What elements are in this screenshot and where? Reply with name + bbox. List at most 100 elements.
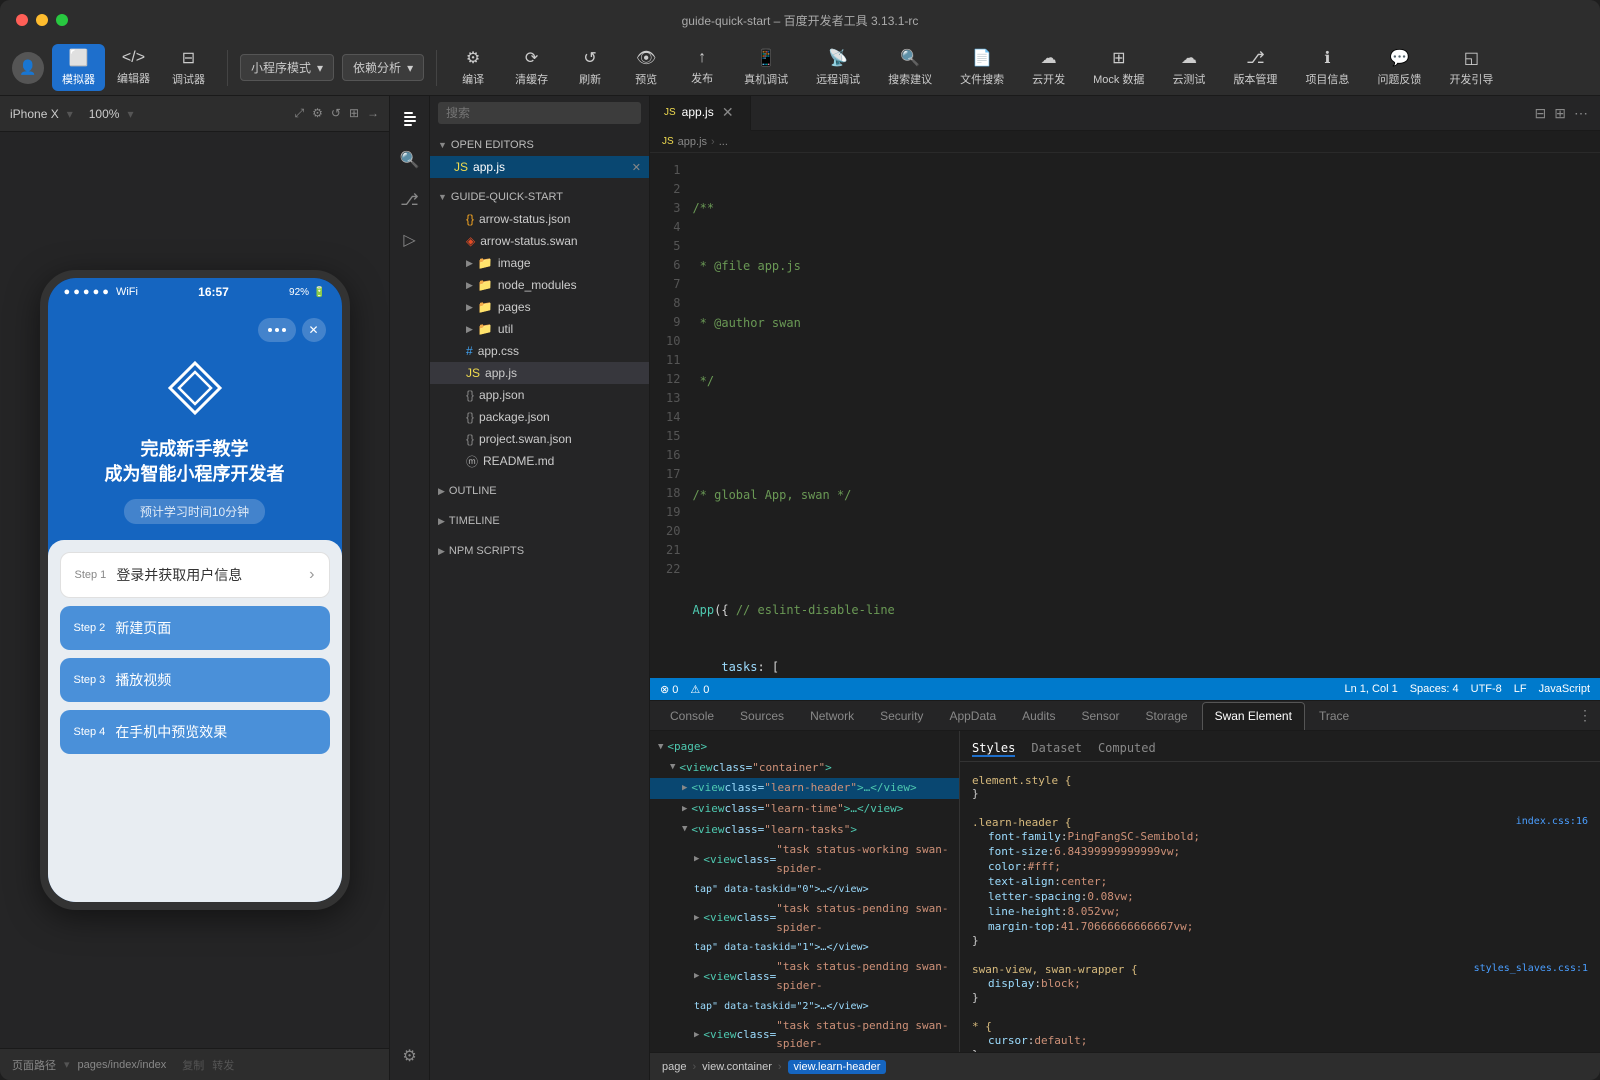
folder-pages[interactable]: ▶ 📁 pages bbox=[430, 296, 649, 318]
dom-line-task-0[interactable]: ▶ <view class="task status-working swan-… bbox=[650, 840, 959, 879]
swan-view-source[interactable]: styles_slaves.css:1 bbox=[1474, 963, 1588, 974]
tab-audits[interactable]: Audits bbox=[1010, 702, 1067, 730]
maximize-button[interactable] bbox=[56, 14, 68, 26]
editor-layout-icon[interactable]: ⊞ bbox=[1554, 105, 1566, 122]
deps-selector[interactable]: 依赖分析 ▾ bbox=[342, 54, 424, 81]
close-button[interactable] bbox=[16, 14, 28, 26]
version-mgmt-button[interactable]: ⎇ 版本管理 bbox=[1223, 44, 1287, 91]
activity-files-icon[interactable] bbox=[394, 104, 426, 136]
preview-button[interactable]: 👁 预览 bbox=[622, 44, 670, 91]
dom-line-task-1-cont[interactable]: tap" data-taskid="1">…</view> bbox=[650, 938, 959, 957]
copy-url-icon[interactable]: ⊞ bbox=[349, 106, 359, 121]
file-readme-md[interactable]: ⓜ README.md bbox=[430, 450, 649, 472]
path-page[interactable]: page bbox=[662, 1061, 686, 1073]
explorer-search-input[interactable] bbox=[438, 102, 641, 124]
project-info-button[interactable]: ℹ 项目信息 bbox=[1295, 44, 1359, 91]
remote-debug-button[interactable]: 📡 远程调试 bbox=[806, 44, 870, 91]
language-info[interactable]: JavaScript bbox=[1539, 683, 1590, 695]
styles-tab-computed[interactable]: Computed bbox=[1098, 741, 1156, 757]
phone-menu-button[interactable] bbox=[258, 318, 296, 342]
tab-swan-element[interactable]: Swan Element bbox=[1202, 702, 1305, 730]
tab-sensor[interactable]: Sensor bbox=[1070, 702, 1132, 730]
step-1-item[interactable]: Step 1 登录并获取用户信息 › bbox=[60, 552, 330, 598]
cloud-test-button[interactable]: ☁ 云测试 bbox=[1162, 44, 1215, 91]
debugger-toggle[interactable]: ⊟ 调试器 bbox=[162, 44, 215, 91]
file-project-swan-json[interactable]: {} project.swan.json bbox=[430, 428, 649, 450]
dom-line-learn-tasks[interactable]: ▼ <view class="learn-tasks"> bbox=[650, 820, 959, 841]
dom-line-task-3[interactable]: ▶ <view class="task status-pending swan-… bbox=[650, 1016, 959, 1052]
compile-action[interactable]: 复制 bbox=[182, 1057, 204, 1073]
step-3-item[interactable]: Step 3 播放视频 bbox=[60, 658, 330, 702]
file-app-js[interactable]: JS app.js bbox=[430, 362, 649, 384]
folder-util[interactable]: ▶ 📁 util bbox=[430, 318, 649, 340]
activity-search-icon[interactable]: 🔍 bbox=[394, 144, 426, 176]
path-current[interactable]: view.learn-header bbox=[788, 1060, 887, 1074]
styles-tab-styles[interactable]: Styles bbox=[972, 741, 1015, 757]
folder-image[interactable]: ▶ 📁 image bbox=[430, 252, 649, 274]
npm-header[interactable]: ▶ NPM SCRIPTS bbox=[430, 540, 649, 562]
minimize-button[interactable] bbox=[36, 14, 48, 26]
tab-trace[interactable]: Trace bbox=[1307, 702, 1361, 730]
tab-sources[interactable]: Sources bbox=[728, 702, 796, 730]
editor-toggle[interactable]: </> 编辑器 bbox=[107, 45, 160, 90]
more-actions-icon[interactable]: ⋯ bbox=[1574, 105, 1588, 122]
file-arrow-swan[interactable]: ◈ arrow-status.swan bbox=[430, 230, 649, 252]
tab-close-icon[interactable]: ✕ bbox=[720, 104, 736, 120]
tab-storage[interactable]: Storage bbox=[1134, 702, 1200, 730]
tab-app-js[interactable]: JS app.js ✕ bbox=[650, 96, 751, 131]
dom-line-container[interactable]: ▼ <view class="container"> bbox=[650, 758, 959, 779]
dev-guide-button[interactable]: ◱ 开发引导 bbox=[1439, 44, 1503, 91]
search-suggest-button[interactable]: 🔍 搜索建议 bbox=[878, 44, 942, 91]
tab-security[interactable]: Security bbox=[868, 702, 935, 730]
file-search-button[interactable]: 📄 文件搜索 bbox=[950, 44, 1014, 91]
user-avatar[interactable]: 👤 bbox=[12, 52, 44, 84]
problem-feedback-button[interactable]: 💬 问题反馈 bbox=[1367, 44, 1431, 91]
open-file-appjs[interactable]: JS app.js ✕ bbox=[430, 156, 649, 178]
dom-line-task-2-cont[interactable]: tap" data-taskid="2">…</view> bbox=[650, 997, 959, 1016]
device-select[interactable]: iPhone X bbox=[10, 107, 59, 121]
simulator-toggle[interactable]: ⬜ 模拟器 bbox=[52, 44, 105, 91]
close-file-icon[interactable]: ✕ bbox=[632, 161, 641, 174]
settings-icon[interactable]: ⚙ bbox=[312, 106, 323, 121]
dom-line-task-1[interactable]: ▶ <view class="task status-pending swan-… bbox=[650, 899, 959, 938]
share-action[interactable]: 转发 bbox=[212, 1057, 234, 1073]
real-debug-button[interactable]: 📱 真机调试 bbox=[734, 44, 798, 91]
folder-node-modules[interactable]: ▶ 📁 node_modules bbox=[430, 274, 649, 296]
file-app-json[interactable]: {} app.json bbox=[430, 384, 649, 406]
step-2-item[interactable]: Step 2 新建页面 bbox=[60, 606, 330, 650]
activity-git-icon[interactable]: ⎇ bbox=[394, 184, 426, 216]
tab-console[interactable]: Console bbox=[658, 702, 726, 730]
learn-header-source[interactable]: index.css:16 bbox=[1516, 816, 1588, 827]
refresh-sim-icon[interactable]: ↺ bbox=[331, 106, 341, 121]
file-app-css[interactable]: # app.css bbox=[430, 340, 649, 362]
rotate-icon[interactable]: ⤢ bbox=[295, 106, 305, 121]
refresh-button[interactable]: ↺ 刷新 bbox=[566, 44, 614, 91]
cloud-dev-button[interactable]: ☁ 云开发 bbox=[1022, 44, 1075, 91]
tab-appdata[interactable]: AppData bbox=[937, 702, 1008, 730]
dom-line-learn-header[interactable]: ▶ <view class="learn-header">…</view> bbox=[650, 778, 959, 799]
compile-button[interactable]: ⚙ 编译 bbox=[449, 44, 497, 91]
timeline-header[interactable]: ▶ TIMELINE bbox=[430, 510, 649, 532]
devtools-more-icon[interactable]: ⋮ bbox=[1578, 707, 1592, 724]
file-arrow-json[interactable]: {} arrow-status.json bbox=[430, 208, 649, 230]
split-editor-icon[interactable]: ⊟ bbox=[1535, 105, 1547, 122]
mode-selector[interactable]: 小程序模式 ▾ bbox=[240, 54, 334, 81]
styles-tab-dataset[interactable]: Dataset bbox=[1031, 741, 1082, 757]
mock-button[interactable]: ⊞ Mock 数据 bbox=[1083, 44, 1154, 91]
activity-debug-icon[interactable]: ▷ bbox=[394, 224, 426, 256]
step-4-item[interactable]: Step 4 在手机中预览效果 bbox=[60, 710, 330, 754]
phone-close-button[interactable]: ✕ bbox=[302, 318, 326, 342]
dom-line-page[interactable]: ▼ <page> bbox=[650, 737, 959, 758]
activity-settings-icon[interactable]: ⚙ bbox=[394, 1040, 426, 1072]
dom-line-task-2[interactable]: ▶ <view class="task status-pending swan-… bbox=[650, 957, 959, 996]
project-header[interactable]: ▼ GUIDE-QUICK-START bbox=[430, 186, 649, 208]
outline-header[interactable]: ▶ OUTLINE bbox=[430, 480, 649, 502]
publish-button[interactable]: ↑ 发布 bbox=[678, 45, 726, 90]
tab-network[interactable]: Network bbox=[798, 702, 866, 730]
navigate-icon[interactable]: → bbox=[367, 106, 379, 121]
code-editor[interactable]: 12345 678910 1112131415 1617181920 2122 … bbox=[650, 153, 1600, 678]
file-package-json[interactable]: {} package.json bbox=[430, 406, 649, 428]
dom-line-learn-time[interactable]: ▶ <view class="learn-time">…</view> bbox=[650, 799, 959, 820]
cache-button[interactable]: ⟳ 清缓存 bbox=[505, 44, 558, 91]
open-editors-header[interactable]: ▼ OPEN EDITORS bbox=[430, 134, 649, 156]
